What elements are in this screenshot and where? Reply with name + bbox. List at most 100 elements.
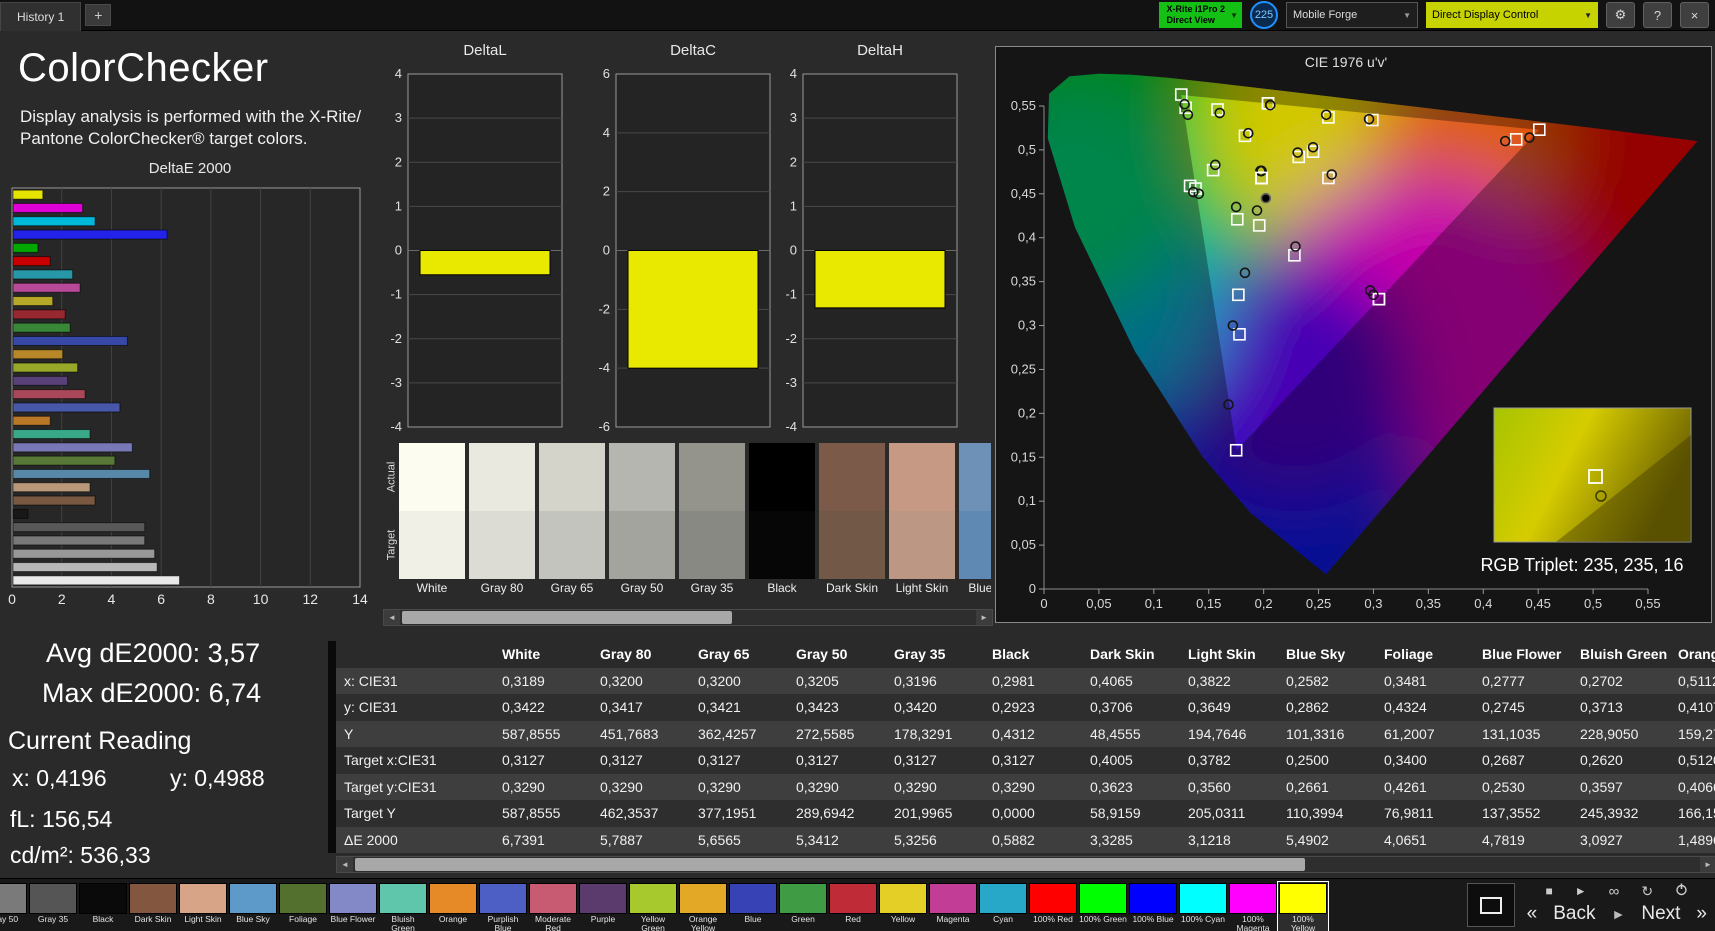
next-chevron-icon[interactable]: »: [1696, 903, 1707, 925]
svg-text:0: 0: [8, 591, 16, 607]
toolbar-patch-Dark Skin[interactable]: Dark Skin: [128, 882, 178, 931]
patch-color: [1079, 883, 1127, 914]
scroll-left-icon[interactable]: ◄: [384, 610, 400, 625]
advance-play-icon[interactable]: ►: [1611, 906, 1625, 922]
target-color: [959, 511, 991, 579]
table-cell: 159,2770: [1670, 720, 1715, 747]
de-bar-Orange: [12, 415, 51, 426]
back-button[interactable]: Back: [1553, 903, 1595, 925]
table-cell: 0,3597: [1572, 773, 1670, 800]
refresh-icon[interactable]: ↻: [1641, 883, 1653, 900]
de-bar-Gray 80: [12, 562, 158, 573]
svg-text:0,15: 0,15: [1011, 449, 1036, 464]
svg-text:0,25: 0,25: [1011, 361, 1036, 376]
de-bar-Orange Yellow: [12, 349, 64, 360]
toolbar-patch-Yellow Green[interactable]: Yellow Green: [628, 882, 678, 931]
max-de2000: Max dE2000: 6,74: [42, 678, 262, 708]
toolbar-patch-Bluish Green[interactable]: Bluish Green: [378, 882, 428, 931]
svg-text:0,45: 0,45: [1526, 596, 1551, 611]
table-scrollbar[interactable]: ◄ ►: [336, 856, 1715, 873]
toolbar-patch-Blue Flower[interactable]: Blue Flower: [328, 882, 378, 931]
toolbar-patch-Blue[interactable]: Blue: [728, 882, 778, 931]
toolbar-patch-Blue Sky[interactable]: Blue Sky: [228, 882, 278, 931]
close-button[interactable]: ×: [1680, 2, 1709, 28]
patch-label: 100% Yellow: [1290, 914, 1316, 931]
table-cell: 0,4261: [1376, 773, 1474, 800]
toolbar-patch-Moderate Red[interactable]: Moderate Red: [528, 882, 578, 931]
toolbar-patch-100% Cyan[interactable]: 100% Cyan: [1178, 882, 1228, 931]
toolbar-patch-100% Magenta[interactable]: 100% Magenta: [1228, 882, 1278, 931]
back-chevron-icon[interactable]: «: [1527, 903, 1538, 925]
history-tab[interactable]: History 1: [0, 1, 82, 31]
table-cell: 0,2687: [1474, 747, 1572, 774]
toolbar-patch-100% Red[interactable]: 100% Red: [1028, 882, 1078, 931]
svg-text:-4: -4: [390, 419, 402, 434]
toolbar-patch-Gray 35[interactable]: Gray 35: [28, 882, 78, 931]
patch-swatch-Gray 50: Gray 50: [609, 443, 675, 603]
power-icon[interactable]: [1675, 883, 1688, 899]
toolbar-patch-Black[interactable]: Black: [78, 882, 128, 931]
toolbar-patch-Magenta[interactable]: Magenta: [928, 882, 978, 931]
scrollbar-thumb[interactable]: [355, 858, 1305, 871]
play-icon[interactable]: ►: [1575, 884, 1587, 898]
svg-text:2: 2: [395, 154, 402, 169]
toolbar-patch-Gray 50[interactable]: Gray 50: [0, 882, 28, 931]
table-cell: 6,7391: [494, 826, 592, 853]
table-cell: 0,3290: [788, 773, 886, 800]
toolbar-patch-Orange Yellow[interactable]: Orange Yellow: [678, 882, 728, 931]
cie-1976-diagram: 0 0,05 0,1 0,15 0,2 0,25 0,3 0,35 0,4 0,45 0,5 0,55…: [995, 46, 1712, 623]
swatch-scrollbar[interactable]: ◄ ►: [383, 609, 993, 626]
table-cell: 1,4896: [1670, 826, 1715, 853]
table-cell: 131,1035: [1474, 720, 1572, 747]
toolbar-patch-Green[interactable]: Green: [778, 882, 828, 931]
toolbar-patch-Purplish Blue[interactable]: Purplish Blue: [478, 882, 528, 931]
next-button[interactable]: Next: [1641, 903, 1680, 925]
table-cell: 5,7887: [592, 826, 690, 853]
scrollbar-thumb[interactable]: [402, 611, 732, 624]
svg-text:4: 4: [790, 66, 797, 81]
table-cell: 5,3256: [886, 826, 984, 853]
table-cell: 0,4065: [1082, 667, 1180, 694]
toolbar-patch-Orange[interactable]: Orange: [428, 882, 478, 931]
settings-button[interactable]: ⚙: [1606, 2, 1635, 28]
actual-color: [679, 443, 745, 511]
patch-color: [429, 883, 477, 914]
patch-label: Bluish Green: [391, 914, 415, 931]
workflow-dropdown[interactable]: Mobile Forge ▼: [1286, 2, 1418, 28]
scroll-left-icon[interactable]: ◄: [337, 857, 353, 872]
scroll-right-icon[interactable]: ►: [1700, 857, 1715, 872]
patch-color: [829, 883, 877, 914]
toolbar-patch-100% Yellow[interactable]: 100% Yellow: [1277, 881, 1329, 931]
toolbar-patch-100% Green[interactable]: 100% Green: [1078, 882, 1128, 931]
table-cell: 377,1951: [690, 800, 788, 827]
svg-text:3: 3: [395, 110, 402, 125]
toolbar-patch-Red[interactable]: Red: [828, 882, 878, 931]
toolbar-patch-Foliage[interactable]: Foliage: [278, 882, 328, 931]
toolbar-patch-Yellow[interactable]: Yellow: [878, 882, 928, 931]
table-cell: 3,1218: [1180, 826, 1278, 853]
meter-dropdown[interactable]: X-Rite i1Pro 2 Direct View ▼: [1158, 2, 1242, 28]
help-button[interactable]: ?: [1643, 2, 1672, 28]
patch-label: Red: [845, 914, 861, 924]
actual-color: [889, 443, 955, 511]
svg-text:1: 1: [395, 198, 402, 213]
table-cell: 0,3649: [1180, 694, 1278, 721]
de-bar-Bluish Green: [12, 429, 91, 440]
row-label: Target y:CIE31: [336, 773, 494, 800]
table-cell: 0,0000: [984, 800, 1082, 827]
toolbar-patch-100% Blue[interactable]: 100% Blue: [1128, 882, 1178, 931]
table-cell: 5,6565: [690, 826, 788, 853]
scroll-right-icon[interactable]: ►: [976, 610, 992, 625]
svg-text:0,1: 0,1: [1018, 493, 1036, 508]
toolbar-patch-Cyan[interactable]: Cyan: [978, 882, 1028, 931]
toolbar-patch-Purple[interactable]: Purple: [578, 882, 628, 931]
table-cell: 0,3127: [690, 747, 788, 774]
meter-count-badge[interactable]: 225: [1250, 1, 1278, 29]
loop-icon[interactable]: ∞: [1609, 883, 1620, 900]
add-tab-button[interactable]: +: [85, 4, 112, 26]
toolbar-patch-Light Skin[interactable]: Light Skin: [178, 882, 228, 931]
patch-label: Yellow Green: [640, 914, 666, 931]
display-control-dropdown[interactable]: Direct Display Control ▼: [1426, 2, 1598, 28]
stop-icon[interactable]: ■: [1546, 884, 1553, 898]
pattern-window-button[interactable]: [1466, 883, 1515, 927]
